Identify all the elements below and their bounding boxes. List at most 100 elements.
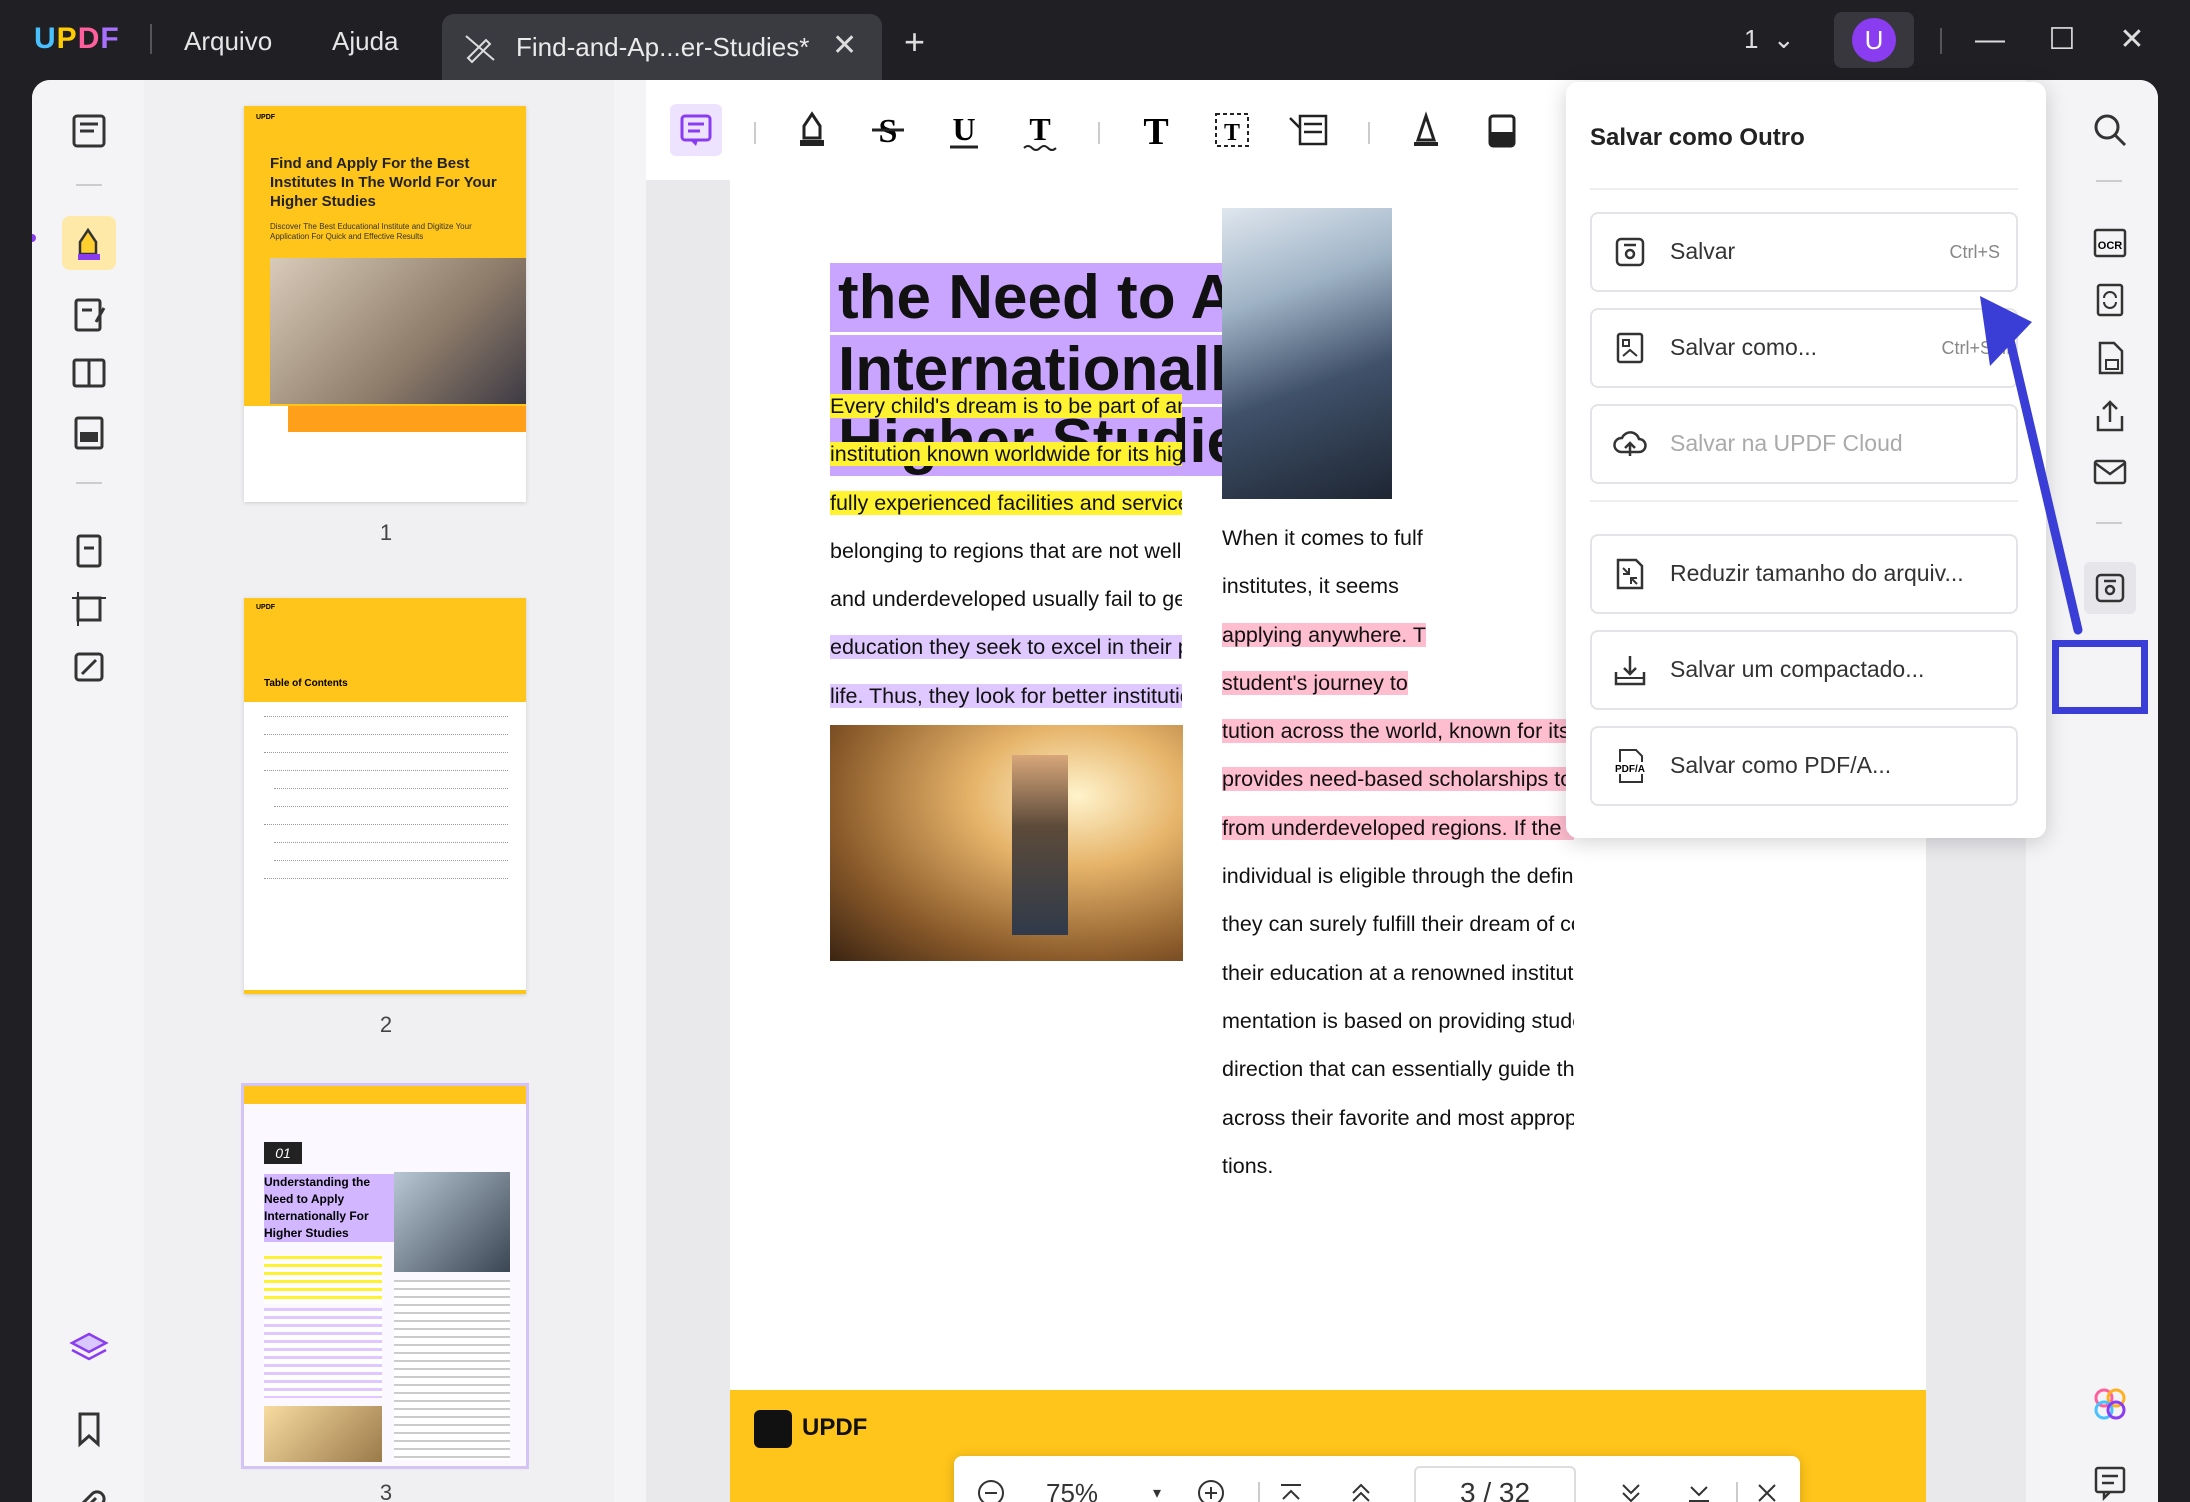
maximize-icon[interactable]: ☐	[2040, 18, 2084, 62]
toc-line	[264, 824, 508, 826]
squiggly-icon[interactable]: T	[1014, 104, 1066, 156]
text-line: tions.	[1222, 1153, 1274, 1178]
toc-line	[274, 806, 508, 808]
last-page-icon[interactable]	[1682, 1476, 1716, 1502]
document-tab[interactable]: Find-and-Ap...er-Studies* ✕	[442, 14, 882, 80]
edit-off-icon	[465, 35, 495, 64]
save-as-pdfa-label: Salvar como PDF/A...	[1670, 752, 1892, 778]
first-page-icon[interactable]	[1274, 1476, 1308, 1502]
svg-text:T: T	[1143, 111, 1168, 152]
save-as-pdfa-button[interactable]: PDF/A Salvar como PDF/A...	[1590, 726, 2018, 806]
student-figure	[1012, 755, 1068, 935]
zoom-in-icon[interactable]	[1194, 1476, 1228, 1502]
updf-logo-icon	[754, 1410, 792, 1448]
pencil-icon[interactable]	[1400, 104, 1452, 156]
protect-document-icon[interactable]	[2084, 332, 2136, 384]
save-compressed-button[interactable]: Salvar um compactado...	[1590, 630, 2018, 710]
text-line: student's journey to	[1222, 670, 1408, 695]
form-icon[interactable]	[62, 406, 116, 460]
edit-pdf-icon[interactable]	[62, 288, 116, 342]
close-tab-icon[interactable]: ✕	[832, 28, 857, 63]
close-window-icon[interactable]: ✕	[2110, 18, 2154, 62]
text-callout-icon[interactable]	[1282, 104, 1334, 156]
ai-assistant-icon[interactable]	[2084, 1378, 2136, 1430]
save-as-icon	[1616, 332, 1644, 364]
divider	[1098, 122, 1100, 144]
save-label: Salvar	[1670, 238, 1736, 264]
attachment-icon[interactable]	[62, 1480, 116, 1502]
footer-logo: UPDF	[802, 1414, 868, 1441]
save-as-other-icon[interactable]	[2084, 562, 2136, 614]
pdfa-icon: PDF/A	[1614, 749, 1646, 783]
search-icon[interactable]	[2084, 104, 2136, 156]
text-icon[interactable]: T	[1130, 104, 1182, 156]
save-as-other-menu: Salvar como Outro Salvar Ctrl+S Salvar c…	[1566, 82, 2046, 838]
page-thumbnail-3[interactable]: 01 Understanding the Need to Apply Inter…	[241, 1083, 529, 1469]
zoom-value[interactable]: 75%	[1046, 1478, 1098, 1502]
page-thumbnail-1[interactable]: UPDF Find and Apply For the Best Institu…	[244, 106, 526, 502]
reader-icon[interactable]	[62, 104, 116, 158]
next-page-icon[interactable]	[1614, 1476, 1648, 1502]
crop-icon[interactable]	[62, 582, 116, 636]
thumb-logo: UPDF	[256, 604, 276, 611]
divider	[1590, 188, 2018, 190]
highlighter-icon[interactable]	[786, 104, 838, 156]
chevron-down-icon: ⌄	[1772, 24, 1795, 54]
previous-page-icon[interactable]	[1344, 1476, 1378, 1502]
email-icon[interactable]	[2084, 446, 2136, 498]
zoom-out-icon[interactable]	[974, 1476, 1008, 1502]
divider	[2096, 180, 2122, 182]
reduce-size-button[interactable]: Reduzir tamanho do arquiv...	[1590, 534, 2018, 614]
strikethrough-icon[interactable]: S	[862, 104, 914, 156]
divider	[76, 482, 102, 484]
avatar[interactable]: U	[1852, 18, 1896, 62]
active-indicator	[32, 234, 36, 242]
save-button[interactable]: Salvar Ctrl+S	[1590, 212, 2018, 292]
text-line: individual is eligible through the defin…	[1222, 864, 1574, 889]
menu-help[interactable]: Ajuda	[332, 26, 399, 57]
text-line: belonging to regions that are not well-e…	[830, 538, 1182, 563]
updf-logo: UPDF	[34, 22, 120, 55]
toc-line	[264, 734, 508, 736]
bookmark-icon[interactable]	[62, 1402, 116, 1456]
page-thumbnail-2[interactable]: UPDF Table of Contents	[244, 598, 526, 994]
comment-tool-icon[interactable]	[62, 216, 116, 270]
layers-icon[interactable]	[62, 1322, 116, 1376]
menu-file[interactable]: Arquivo	[184, 26, 272, 57]
page-indicator[interactable]: 3 / 32	[1414, 1466, 1576, 1502]
share-icon[interactable]	[2084, 390, 2136, 442]
zoom-dropdown-icon[interactable]: ▾	[1140, 1476, 1174, 1502]
text-line: tution across the world, known for its s…	[1222, 707, 1574, 755]
ocr-icon[interactable]: OCR	[2084, 216, 2136, 268]
protect-icon[interactable]	[62, 640, 116, 694]
convert-icon[interactable]	[2084, 274, 2136, 326]
svg-text:T: T	[1029, 111, 1050, 147]
cloud-upload-icon	[1613, 431, 1647, 456]
new-tab-button[interactable]: +	[904, 24, 925, 60]
comments-list-icon[interactable]	[2084, 1456, 2136, 1502]
toc-line	[274, 842, 508, 844]
text-line: direction that can essentially guide the…	[1222, 1057, 1574, 1082]
cover-bar	[288, 406, 526, 432]
window-selector[interactable]: 1 ⌄	[1744, 24, 1795, 55]
library-photo	[830, 725, 1183, 961]
organize-pages-icon[interactable]	[62, 524, 116, 578]
page-layout-icon[interactable]	[62, 346, 116, 400]
toc-title: Table of Contents	[264, 678, 348, 689]
text-box-icon[interactable]: T	[1206, 104, 1258, 156]
save-shortcut: Ctrl+S	[1949, 242, 2000, 262]
page-number-3: 3	[379, 1480, 393, 1502]
save-icon	[1615, 237, 1645, 267]
divider	[1940, 28, 1942, 54]
underline-icon[interactable]: U	[938, 104, 990, 156]
eraser-icon[interactable]	[1476, 104, 1528, 156]
save-as-button[interactable]: Salvar como... Ctrl+Shift	[1590, 308, 2018, 388]
comment-note-icon[interactable]	[670, 104, 722, 156]
divider	[1736, 1482, 1738, 1502]
minimize-icon[interactable]: —	[1968, 18, 2012, 62]
thumb-logo: UPDF	[256, 114, 276, 121]
text-line: mentation is based on providing students…	[1222, 1008, 1574, 1033]
app-window: UPDF Arquivo Ajuda Find-and-Ap...er-Stud…	[0, 0, 2190, 1502]
close-zoom-bar-icon[interactable]	[1750, 1476, 1784, 1502]
text-lines	[394, 1280, 510, 1460]
